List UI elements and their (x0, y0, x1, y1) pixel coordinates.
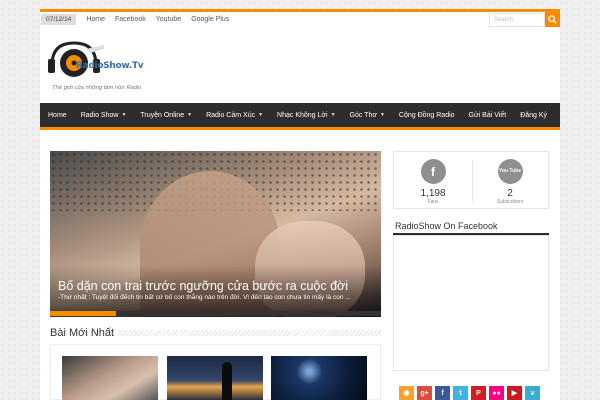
headphones-icon (48, 41, 104, 77)
site-tagline: Thế giới của những tâm hồn Radio (52, 85, 142, 91)
counter-divider (472, 160, 473, 202)
social-icons-row: ◉ g+ f t P ●● ▶ v (399, 386, 540, 400)
nav-item-truyen-online[interactable]: Truyện Online ▼ (133, 103, 199, 127)
search-icon (548, 14, 557, 24)
nav-item-radio-show[interactable]: Radio Show ▼ (74, 103, 134, 127)
logo-text: RadioShow.Tv (76, 61, 144, 71)
facebook-widget-title: RadioShow On Facebook (395, 221, 498, 231)
slider-progress-fill (50, 311, 117, 316)
facebook-icon: f (420, 159, 446, 184)
nav-item-home[interactable]: Home (40, 103, 74, 127)
twitter-icon[interactable]: t (453, 386, 468, 400)
caret-down-icon: ▼ (379, 112, 385, 118)
site-logo[interactable]: RadioShow.Tv Thế giới của những tâm hồn … (46, 39, 146, 91)
facebook-fans-label: Fans (427, 199, 439, 205)
slide-title[interactable]: Bố dặn con trai trước ngưỡng cửa bước ra… (58, 279, 348, 293)
nav-item-dang-ky[interactable]: Đăng Ký (513, 103, 554, 127)
nav-item-cong-dong-radio[interactable]: Cộng Đồng Radio (392, 103, 462, 127)
main-nav: Home Radio Show ▼ Truyện Online ▼ Radio Cả… (40, 103, 560, 127)
flickr-icon[interactable]: ●● (489, 386, 504, 400)
top-bar: 07/12/14 Home Facebook Youtube Google Pl… (40, 9, 560, 28)
nav-item-nhac-khong-loi[interactable]: Nhạc Không Lời ▼ (270, 103, 342, 127)
caret-down-icon: ▼ (187, 112, 193, 118)
top-link-google-plus[interactable]: Google Plus (191, 16, 229, 23)
facebook-fans-count: 1,198 (420, 188, 446, 199)
caret-down-icon: ▼ (258, 112, 264, 118)
youtube-icon: You Tube (497, 159, 523, 184)
search-button[interactable] (545, 10, 560, 28)
recent-post-thumbnail[interactable] (62, 356, 158, 400)
google-plus-icon[interactable]: g+ (417, 386, 432, 400)
top-link-facebook[interactable]: Facebook (115, 16, 146, 23)
caret-down-icon: ▼ (330, 112, 336, 118)
thumbnail-silhouette (222, 362, 232, 400)
vimeo-icon[interactable]: v (525, 386, 540, 400)
facebook-icon[interactable]: f (435, 386, 450, 400)
search-input[interactable]: Search (489, 13, 545, 27)
facebook-counter[interactable]: f 1,198 Fans (403, 159, 463, 205)
youtube-icon[interactable]: ▶ (507, 386, 522, 400)
top-link-youtube[interactable]: Youtube (156, 16, 181, 23)
slider-progress (50, 311, 381, 316)
nav-item-gui-bai-viet[interactable]: Gửi Bài Viết (462, 103, 514, 127)
featured-slider[interactable]: Bố dặn con trai trước ngưỡng cửa bước ra… (50, 151, 381, 317)
nav-item-goc-tho[interactable]: Góc Thơ ▼ (343, 103, 392, 127)
social-counter-widget: f 1,198 Fans You Tube 2 Subscribers (393, 151, 549, 209)
caret-down-icon: ▼ (121, 112, 127, 118)
facebook-widget-box (393, 235, 549, 371)
current-date: 07/12/14 (41, 14, 77, 25)
site-header: RadioShow.Tv Thế giới của những tâm hồn … (40, 27, 560, 103)
youtube-subscribers-label: Subscribers (496, 199, 524, 205)
rss-icon[interactable]: ◉ (399, 386, 414, 400)
recent-post-thumbnail[interactable] (167, 356, 263, 400)
recent-posts-title: Bài Mới Nhất (50, 327, 119, 339)
pinterest-icon[interactable]: P (471, 386, 486, 400)
nav-item-radio-cam-xuc[interactable]: Radio Cảm Xúc ▼ (199, 103, 270, 127)
youtube-counter[interactable]: You Tube 2 Subscribers (480, 159, 540, 205)
youtube-subscribers-count: 2 (507, 188, 513, 199)
slide-excerpt: -Thứ nhất : Tuyệt đối đếch tin bất cứ bố… (58, 294, 351, 301)
top-link-home[interactable]: Home (86, 16, 105, 23)
recent-post-thumbnail[interactable] (271, 356, 367, 400)
